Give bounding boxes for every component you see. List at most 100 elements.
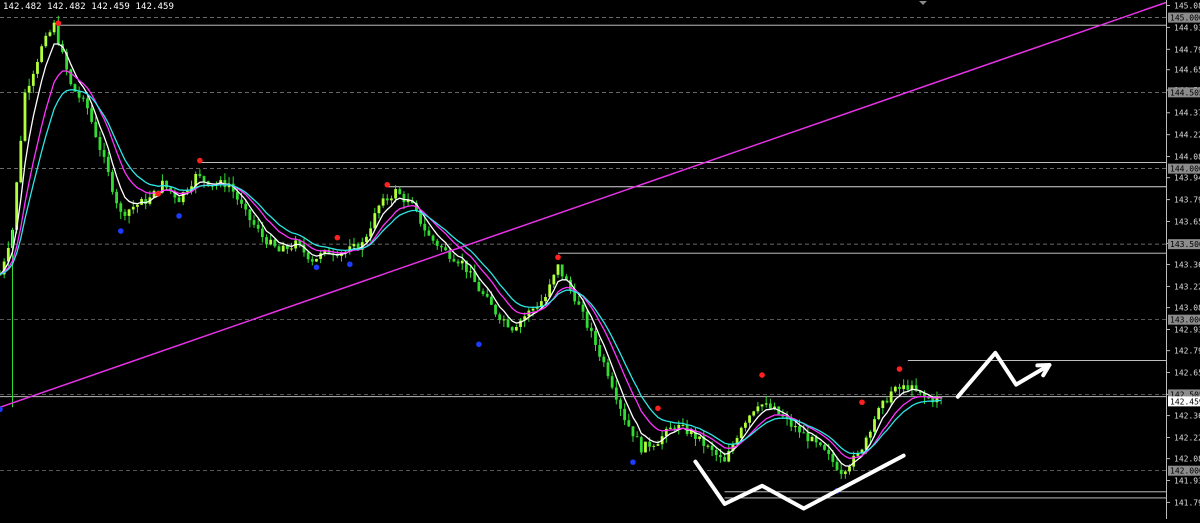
fractal-down-marker xyxy=(476,341,482,348)
candle-body xyxy=(877,408,881,420)
candle-body xyxy=(256,224,260,229)
candle-body xyxy=(577,301,581,305)
fractal-up-marker xyxy=(155,191,162,197)
candle-body xyxy=(768,403,772,409)
candle-body xyxy=(506,319,510,328)
candle-body xyxy=(136,204,139,207)
y-tick-label: 142.935 xyxy=(1174,325,1200,334)
candle-body xyxy=(544,297,547,302)
candle-body xyxy=(748,415,751,423)
y-tick-label: 142.220 xyxy=(1174,433,1200,442)
candle-body xyxy=(793,426,797,428)
candle-body xyxy=(714,449,718,456)
candle-body xyxy=(106,156,110,173)
level-tag-label: 144.505 xyxy=(1170,88,1200,97)
candle-body xyxy=(889,391,893,403)
fractal-down-marker xyxy=(313,264,320,271)
candle-body xyxy=(19,140,23,183)
candle-body xyxy=(452,258,456,262)
y-tick-label: 143.080 xyxy=(1174,304,1200,313)
candle-body xyxy=(602,356,606,363)
candle-body xyxy=(631,426,635,437)
candle-body xyxy=(377,205,381,214)
candle-body xyxy=(627,420,631,427)
candle-body xyxy=(177,197,181,203)
fractal-up-marker xyxy=(334,234,341,241)
candle-body xyxy=(185,191,189,193)
candle-body xyxy=(594,331,597,345)
price-chart[interactable]: 145.080144.935144.790144.655144.520144.3… xyxy=(0,0,1200,519)
candle-body xyxy=(269,239,273,245)
y-tick-label: 142.650 xyxy=(1174,369,1200,378)
candle-body xyxy=(606,362,610,377)
candle-body xyxy=(131,206,135,210)
candle-body xyxy=(581,304,585,312)
candle-body xyxy=(469,271,472,273)
candle-body xyxy=(719,455,722,458)
candle-body xyxy=(848,466,851,472)
fractal-up-marker xyxy=(859,399,865,406)
candle-body xyxy=(839,469,843,475)
candle-body xyxy=(115,191,118,204)
chart-canvas[interactable]: 145.080144.935144.790144.655144.520144.3… xyxy=(0,0,1200,519)
candle-body xyxy=(644,441,647,453)
fractal-up-marker xyxy=(55,20,62,26)
candle-body xyxy=(698,436,701,439)
level-tag-label: 145.000 xyxy=(1170,14,1200,23)
fractal-up-marker xyxy=(197,157,203,164)
candle-body xyxy=(385,198,389,201)
candle-body xyxy=(240,199,243,204)
candle-body xyxy=(818,442,822,446)
candle-body xyxy=(489,296,493,305)
candle-body xyxy=(352,243,356,247)
candle-body xyxy=(589,327,593,332)
y-tick-label: 141.790 xyxy=(1174,498,1200,507)
candle-body xyxy=(373,213,377,229)
candle-body xyxy=(756,406,760,412)
candle-body xyxy=(31,73,35,86)
candle-body xyxy=(673,427,677,429)
fractal-down-marker xyxy=(630,459,636,465)
candle-body xyxy=(456,261,460,264)
candle-body xyxy=(798,426,801,433)
level-tag-label: 144.000 xyxy=(1170,165,1200,174)
candle-body xyxy=(635,436,639,438)
candle-body xyxy=(265,237,268,245)
y-tick-label: 142.080 xyxy=(1174,455,1200,464)
candle-body xyxy=(835,461,839,470)
candle-body xyxy=(77,91,81,98)
y-tick-label: 144.080 xyxy=(1174,153,1200,162)
candle-body xyxy=(802,432,806,434)
candle-body xyxy=(764,403,768,405)
candle-body xyxy=(202,176,206,182)
candle-body xyxy=(598,344,602,357)
candle-body xyxy=(423,223,427,231)
candle-body xyxy=(427,230,431,236)
fractal-down-marker xyxy=(176,213,182,219)
candle-body xyxy=(873,419,876,432)
candle-body xyxy=(898,386,901,390)
candle-body xyxy=(502,319,506,321)
candle-body xyxy=(710,445,714,450)
candle-body xyxy=(723,457,726,462)
candle-body xyxy=(381,198,385,206)
candle-body xyxy=(623,408,627,421)
y-tick-label: 143.650 xyxy=(1174,217,1200,226)
fractal-down-marker xyxy=(347,261,353,268)
candle-body xyxy=(52,22,56,33)
candle-body xyxy=(94,121,98,138)
candle-body xyxy=(744,422,747,428)
candle-body xyxy=(306,252,310,260)
candle-body xyxy=(831,453,835,462)
candle-body xyxy=(752,411,756,416)
y-tick-label: 141.935 xyxy=(1174,477,1200,486)
candle-body xyxy=(585,311,589,328)
candle-body xyxy=(281,245,285,252)
candle-body xyxy=(123,211,127,216)
fractal-up-marker xyxy=(896,366,903,372)
candle-body xyxy=(435,240,439,246)
candle-body xyxy=(290,248,293,250)
y-tick-label: 144.935 xyxy=(1174,23,1200,32)
y-tick-label: 142.365 xyxy=(1174,412,1200,421)
candle-body xyxy=(48,32,52,36)
